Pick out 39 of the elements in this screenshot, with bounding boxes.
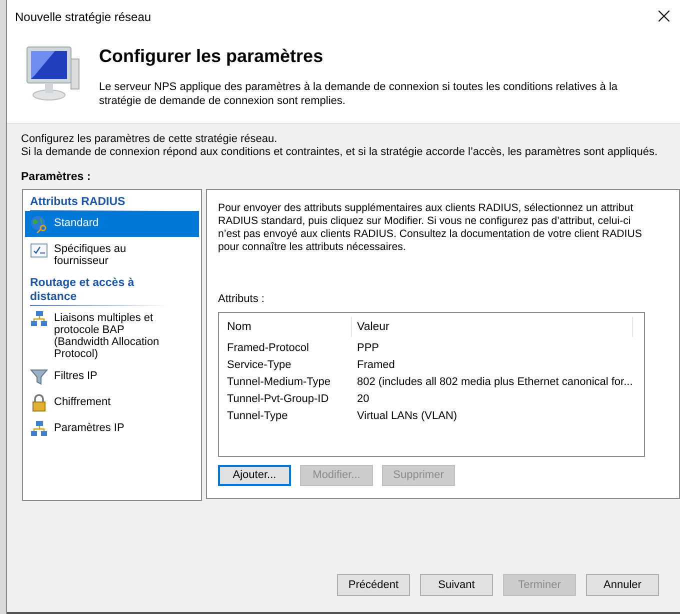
table-cell-text: 802 (includes all 802 media plus Ethernet canonical for...: [356, 375, 633, 390]
table-cell-text: Service-Type: [226, 358, 292, 373]
table-cell-text: Tunnel-Pvt-Group-ID: [226, 392, 330, 407]
funnel-icon: [30, 368, 48, 386]
sidebar-item[interactable]: Liaisons multiples et protocole BAP (Bandwidth Allocation Protocol): [25, 306, 199, 364]
section-heading: Routage et accès à distance: [30, 276, 136, 306]
table-cell-text: 20: [356, 392, 370, 407]
close-button[interactable]: ×: [652, 6, 676, 28]
table-cell-text: PPP: [356, 341, 380, 356]
network-icon: [30, 310, 48, 328]
window-title: Nouvelle stratégie réseau: [15, 8, 152, 26]
wizard-button[interactable]: Précédent: [337, 574, 410, 596]
panel-description: Pour envoyer des attributs supplémentaires aux clients RADIUS, sélectionnez un attribut RADIUS standard, puis cliquez sur Modifier. Si vous ne configurez pas d’attribut, celui-ci n’est pas envoyé aux clients RADIUS. Consultez la documentation de votre client RADIUS pour connaître les attributs nécessaires.: [218, 202, 643, 254]
sidebar-item[interactable]: Standard: [25, 211, 199, 238]
intro-text: Configurez les paramètres de cette stratégie réseau.: [21, 133, 278, 146]
intro-text: Si la demande de connexion répond aux conditions et contraintes, et si la stratégie accorde l’accès, les paramètres sont appliqués.: [21, 146, 659, 159]
settings-label: Paramètres :: [21, 170, 92, 185]
sidebar-item[interactable]: Spécifiques au fournisseur: [25, 237, 199, 272]
globe-key-icon: [30, 215, 48, 234]
sidebar-item[interactable]: Paramètres IP: [25, 416, 199, 442]
table-cell-text: Tunnel-Type: [226, 409, 289, 424]
page-heading: Configurer les paramètres: [99, 45, 324, 68]
table-cell-text: Framed-Protocol: [226, 341, 310, 356]
column-header[interactable]: Valeur: [351, 316, 633, 337]
page-description: Le serveur NPS applique des paramètres à la demande de connexion si toutes les conditions relatives à la stratégie de demande de connexion sont remplies.: [99, 80, 619, 108]
attributes-label: Attributs :: [218, 292, 266, 308]
column-header[interactable]: Nom: [226, 316, 351, 337]
table-cell-text: Virtual LANs (VLAN): [356, 409, 458, 424]
section-heading: Attributs RADIUS: [30, 195, 126, 210]
sidebar-item[interactable]: Chiffrement: [25, 390, 199, 416]
wizard-button[interactable]: Suivant: [420, 574, 493, 596]
checklist-icon: [30, 241, 48, 260]
table-cell-text: Tunnel-Medium-Type: [226, 375, 332, 390]
action-button[interactable]: Ajouter...: [218, 464, 291, 486]
wizard-button[interactable]: Annuler: [586, 574, 659, 596]
sidebar-item[interactable]: Filtres IP: [25, 364, 199, 390]
network-icon: [30, 420, 48, 438]
table-cell-text: Framed: [356, 358, 396, 373]
lock-icon: [30, 394, 48, 412]
